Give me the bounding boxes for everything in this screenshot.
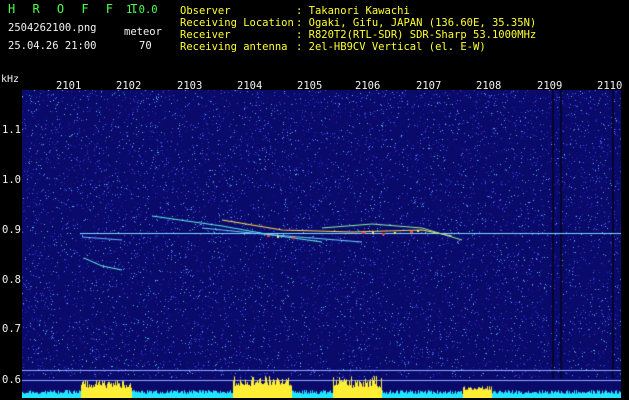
info-value-location: : Ogaki, Gifu, JAPAN (136.60E, 35.35N) bbox=[296, 17, 537, 29]
spectrogram-canvas bbox=[22, 90, 621, 398]
freq-unit-label: kHz bbox=[1, 74, 20, 85]
freq-tick-label: 0.6 bbox=[2, 374, 21, 386]
spectrogram-panel bbox=[22, 90, 621, 398]
freq-tick-label: 0.7 bbox=[2, 323, 21, 335]
file-name: 2504262100.png bbox=[8, 22, 97, 34]
freq-tick-label: 1.0 bbox=[2, 174, 21, 186]
app-title: H R O F F T bbox=[8, 2, 143, 16]
info-value-antenna: : 2el-HB9CV Vertical (el. E-W) bbox=[296, 41, 486, 53]
info-value-observer: : Takanori Kawachi bbox=[296, 5, 410, 17]
info-label-receiver: Receiver bbox=[180, 29, 231, 41]
freq-tick-label: 0.8 bbox=[2, 274, 21, 286]
file-datetime: 25.04.26 21:00 bbox=[8, 40, 97, 52]
app-version: 1.0.0 bbox=[126, 4, 158, 16]
info-label-location: Receiving Location bbox=[180, 17, 294, 29]
info-label-observer: Observer bbox=[180, 5, 231, 17]
freq-tick-label: 1.1 bbox=[2, 124, 21, 136]
info-label-antenna: Receiving antenna bbox=[180, 41, 288, 53]
info-value-receiver: : R820T2(RTL-SDR) SDR-Sharp 53.1000MHz bbox=[296, 29, 537, 41]
detection-label: meteor bbox=[124, 26, 162, 38]
freq-tick-label: 0.9 bbox=[2, 224, 21, 236]
detection-count: 70 bbox=[139, 40, 152, 52]
